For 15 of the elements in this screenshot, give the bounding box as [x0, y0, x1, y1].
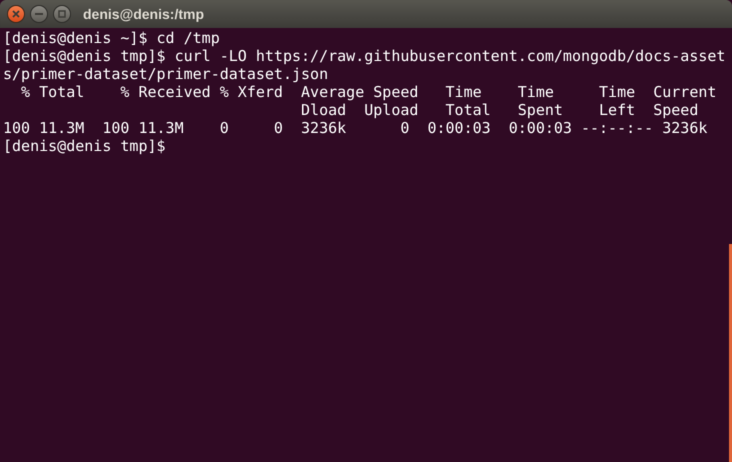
terminal-line: [denis@denis tmp]$ curl -LO https://raw.githubusercontent.com/mongodb/docs-asset	[3, 47, 726, 65]
window-title: denis@denis:/tmp	[83, 4, 204, 24]
close-icon	[12, 10, 20, 18]
terminal-line: Dload Upload Total Spent Left Speed	[300, 101, 698, 119]
minimize-button[interactable]	[30, 5, 48, 23]
terminal-line: [denis@denis ~]$ cd /tmp	[3, 29, 220, 47]
scrollbar[interactable]	[729, 244, 732, 462]
close-button[interactable]	[7, 5, 25, 23]
maximize-icon	[58, 10, 66, 18]
terminal-line: [denis@denis tmp]$	[3, 137, 166, 155]
terminal-line: s/primer-dataset/primer-dataset.json	[3, 65, 328, 83]
terminal-line: 100 11.3M 100 11.3M 0 0 3236k 0 0:00:03 0:00:03 --:--:-- 3236k	[3, 119, 708, 137]
minimize-icon	[35, 13, 43, 15]
terminal-line: % Total % Received % Xferd Average Speed Time Time Time Current	[20, 83, 716, 101]
maximize-button[interactable]	[53, 5, 71, 23]
